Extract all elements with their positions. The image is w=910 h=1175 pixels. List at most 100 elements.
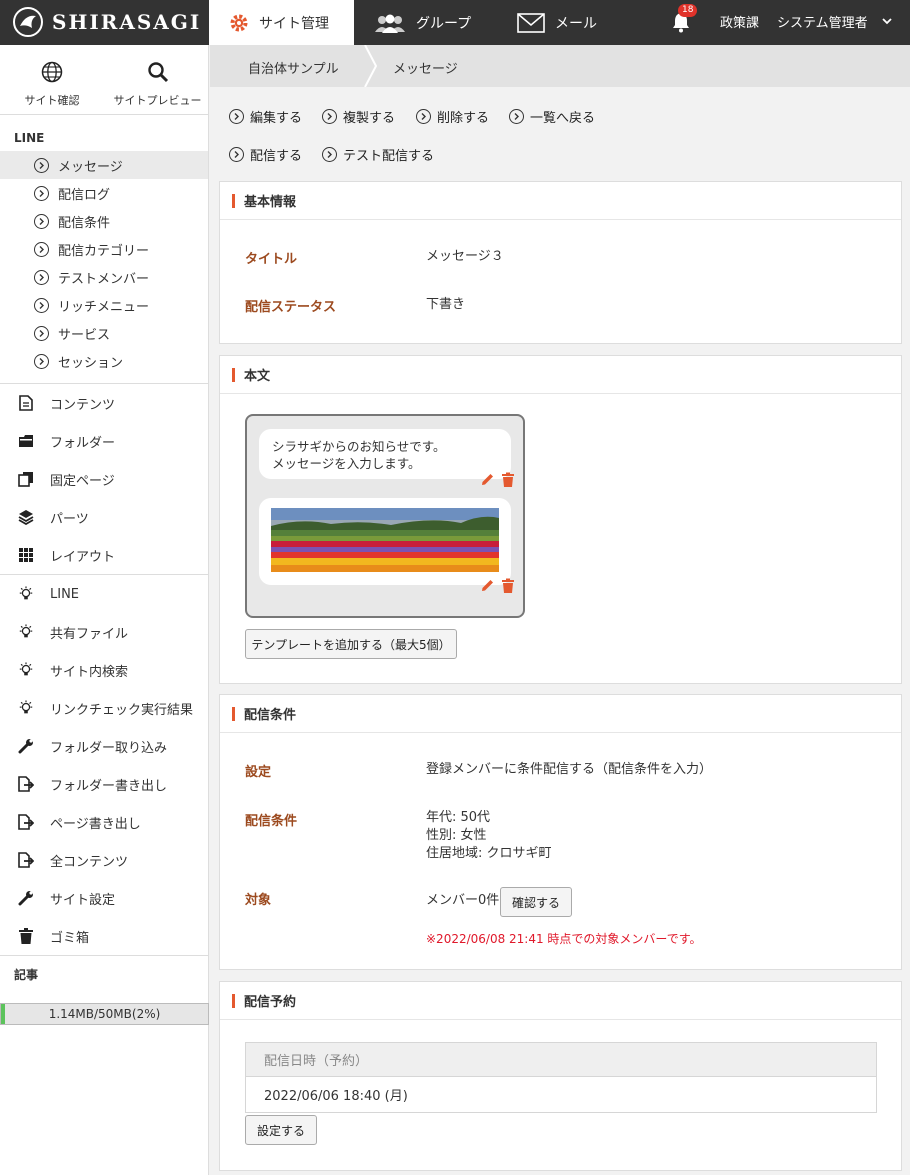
sidebar-menu-item-label: パーツ bbox=[50, 511, 89, 527]
tab-group-label: グループ bbox=[416, 15, 472, 32]
breadcrumb-site[interactable]: 自治体サンプル bbox=[248, 58, 339, 77]
basic-info-heading-text: 基本情報 bbox=[244, 195, 297, 210]
chevron-right-circle-icon bbox=[34, 185, 49, 201]
storage-usage-bar: 1.14MB/50MB(2%) bbox=[0, 1003, 209, 1025]
pencil-icon[interactable] bbox=[480, 578, 495, 593]
action-link[interactable]: 一覧へ戻る bbox=[509, 107, 595, 126]
chevron-right-circle-icon bbox=[34, 241, 49, 257]
target-note: ※2022/06/08 21:41 時点での対象メンバーです。 bbox=[426, 932, 702, 946]
pencil-icon[interactable] bbox=[480, 472, 495, 487]
sidebar-menu-item[interactable]: レイアウト bbox=[0, 536, 208, 574]
search-icon bbox=[147, 62, 168, 83]
sidebar-menu-item-label: サイト設定 bbox=[50, 892, 116, 908]
trash-icon[interactable] bbox=[501, 578, 515, 593]
action-link-label: テスト配信する bbox=[343, 149, 435, 164]
sidebar-menu-item[interactable]: リンクチェック実行結果 bbox=[0, 689, 208, 727]
sidebar-menu-item[interactable]: ページ書き出し bbox=[0, 803, 208, 841]
sidebar-line-item[interactable]: 配信ログ bbox=[0, 179, 208, 207]
action-link[interactable]: テスト配信する bbox=[322, 145, 434, 164]
action-link[interactable]: 編集する bbox=[229, 107, 302, 126]
site-preview-label: サイトプレビュー bbox=[113, 94, 202, 107]
target-label: 対象 bbox=[245, 893, 272, 908]
condition-values: 年代: 50代 性別: 女性 住居地域: クロサギ町 bbox=[426, 809, 552, 863]
sidebar-menu-item[interactable]: フォルダー書き出し bbox=[0, 765, 208, 803]
condition-gender: 性別: 女性 bbox=[426, 828, 487, 843]
globe-icon bbox=[41, 61, 63, 83]
sidebar-menu-item[interactable]: LINE bbox=[0, 575, 208, 613]
storage-usage-text: 1.14MB/50MB(2%) bbox=[48, 1007, 161, 1021]
sidebar-line-item-label: メッセージ bbox=[58, 159, 123, 175]
heading-accent-bar bbox=[232, 993, 235, 1008]
sidebar: サイト確認 サイトプレビュー LINE メッセージ配信ログ 配信条件 配信カテゴリー… bbox=[0, 45, 209, 1175]
text-message-bubble: シラサギからのお知らせです。 メッセージを入力します。 bbox=[259, 429, 511, 479]
action-link[interactable]: 削除する bbox=[416, 107, 489, 126]
top-bar: SHIRASAGI サイト管理 グループ メール 18 政策課 システム管理者 bbox=[0, 0, 910, 45]
text-message-line2: メッセージを入力します。 bbox=[272, 456, 421, 471]
sidebar-menu-item[interactable]: 全コンテンツ bbox=[0, 841, 208, 879]
sidebar-menu-item-label: LINE bbox=[50, 586, 80, 602]
sidebar-line-item-label: リッチメニュー bbox=[58, 299, 150, 315]
sidebar-line-item[interactable]: メッセージ bbox=[0, 151, 208, 179]
trash-icon bbox=[18, 928, 34, 944]
sidebar-menu-item[interactable]: サイト設定 bbox=[0, 879, 208, 917]
trash-icon[interactable] bbox=[501, 472, 515, 487]
tab-mail[interactable]: メール bbox=[517, 0, 597, 45]
export-icon bbox=[18, 814, 34, 830]
table-row: 2022/06/06 18:40 (月) bbox=[245, 1076, 877, 1113]
sidebar-menu-item[interactable]: サイト内検索 bbox=[0, 651, 208, 689]
mail-icon bbox=[517, 12, 545, 33]
site-check-link[interactable]: サイト確認 bbox=[22, 61, 82, 108]
sidebar-menu-item-label: レイアウト bbox=[50, 549, 116, 565]
site-preview-link[interactable]: サイトプレビュー bbox=[110, 61, 205, 108]
site-check-label: サイト確認 bbox=[24, 94, 80, 107]
sidebar-menu-item[interactable]: コンテンツ bbox=[0, 384, 208, 422]
basic-info-heading: 基本情報 bbox=[220, 182, 901, 220]
export-icon bbox=[18, 776, 34, 792]
add-template-button[interactable]: テンプレートを追加する（最大5個） bbox=[245, 629, 457, 659]
sidebar-menu-item-label: ゴミ箱 bbox=[50, 930, 90, 946]
sidebar-line-item[interactable]: 配信条件 bbox=[0, 207, 208, 235]
title-value: メッセージ３ bbox=[426, 249, 504, 264]
gear-icon bbox=[230, 14, 248, 31]
heron-logo-icon bbox=[13, 7, 43, 37]
sidebar-menu-item[interactable]: フォルダー取り込み bbox=[0, 727, 208, 765]
tab-site-management[interactable]: サイト管理 bbox=[209, 0, 354, 45]
sidebar-menu-item-label: ページ書き出し bbox=[50, 816, 141, 832]
action-link[interactable]: 複製する bbox=[322, 107, 395, 126]
condition-label: 配信条件 bbox=[245, 814, 298, 829]
sidebar-line-item[interactable]: 配信カテゴリー bbox=[0, 235, 208, 263]
chevron-right-circle-icon bbox=[509, 109, 524, 124]
pages-icon bbox=[18, 471, 34, 487]
logo[interactable]: SHIRASAGI bbox=[12, 5, 201, 39]
user-menu[interactable]: システム管理者 bbox=[777, 12, 868, 31]
sidebar-menu-item[interactable]: パーツ bbox=[0, 498, 208, 536]
sidebar-line-item-label: サービス bbox=[58, 327, 111, 343]
sidebar-line-item[interactable]: サービス bbox=[0, 319, 208, 347]
document-icon bbox=[18, 395, 34, 411]
sidebar-line-item[interactable]: テストメンバー bbox=[0, 263, 208, 291]
condition-area: 住居地域: クロサギ町 bbox=[426, 846, 552, 861]
action-link[interactable]: 配信する bbox=[229, 145, 302, 164]
status-value: 下書き bbox=[426, 297, 466, 312]
tab-group[interactable]: グループ bbox=[374, 0, 471, 45]
lightbulb-icon bbox=[18, 624, 34, 640]
department-name: 政策課 bbox=[720, 16, 760, 31]
sidebar-menu-item[interactable]: ゴミ箱 bbox=[0, 917, 208, 955]
sidebar-line-item[interactable]: リッチメニュー bbox=[0, 291, 208, 319]
action-link-label: 編集する bbox=[250, 111, 303, 126]
schedule-table: 配信日時（予約） 2022/06/06 18:40 (月) bbox=[245, 1042, 877, 1113]
table-header-row: 配信日時（予約） bbox=[245, 1042, 877, 1077]
chevron-down-icon[interactable] bbox=[882, 16, 892, 26]
heading-accent-bar bbox=[232, 367, 235, 382]
chevron-right-circle-icon bbox=[416, 109, 431, 124]
sidebar-menu-item[interactable]: 固定ページ bbox=[0, 460, 208, 498]
lightbulb-icon bbox=[18, 700, 34, 716]
set-schedule-button[interactable]: 設定する bbox=[245, 1115, 317, 1145]
image-message-controls bbox=[480, 578, 515, 593]
conditions-heading-text: 配信条件 bbox=[244, 708, 297, 723]
grid-icon bbox=[18, 547, 34, 563]
sidebar-menu-item[interactable]: フォルダー bbox=[0, 422, 208, 460]
sidebar-menu-item[interactable]: 共有ファイル bbox=[0, 613, 208, 651]
sidebar-line-item[interactable]: セッション bbox=[0, 347, 208, 375]
confirm-button[interactable]: 確認する bbox=[500, 887, 572, 917]
